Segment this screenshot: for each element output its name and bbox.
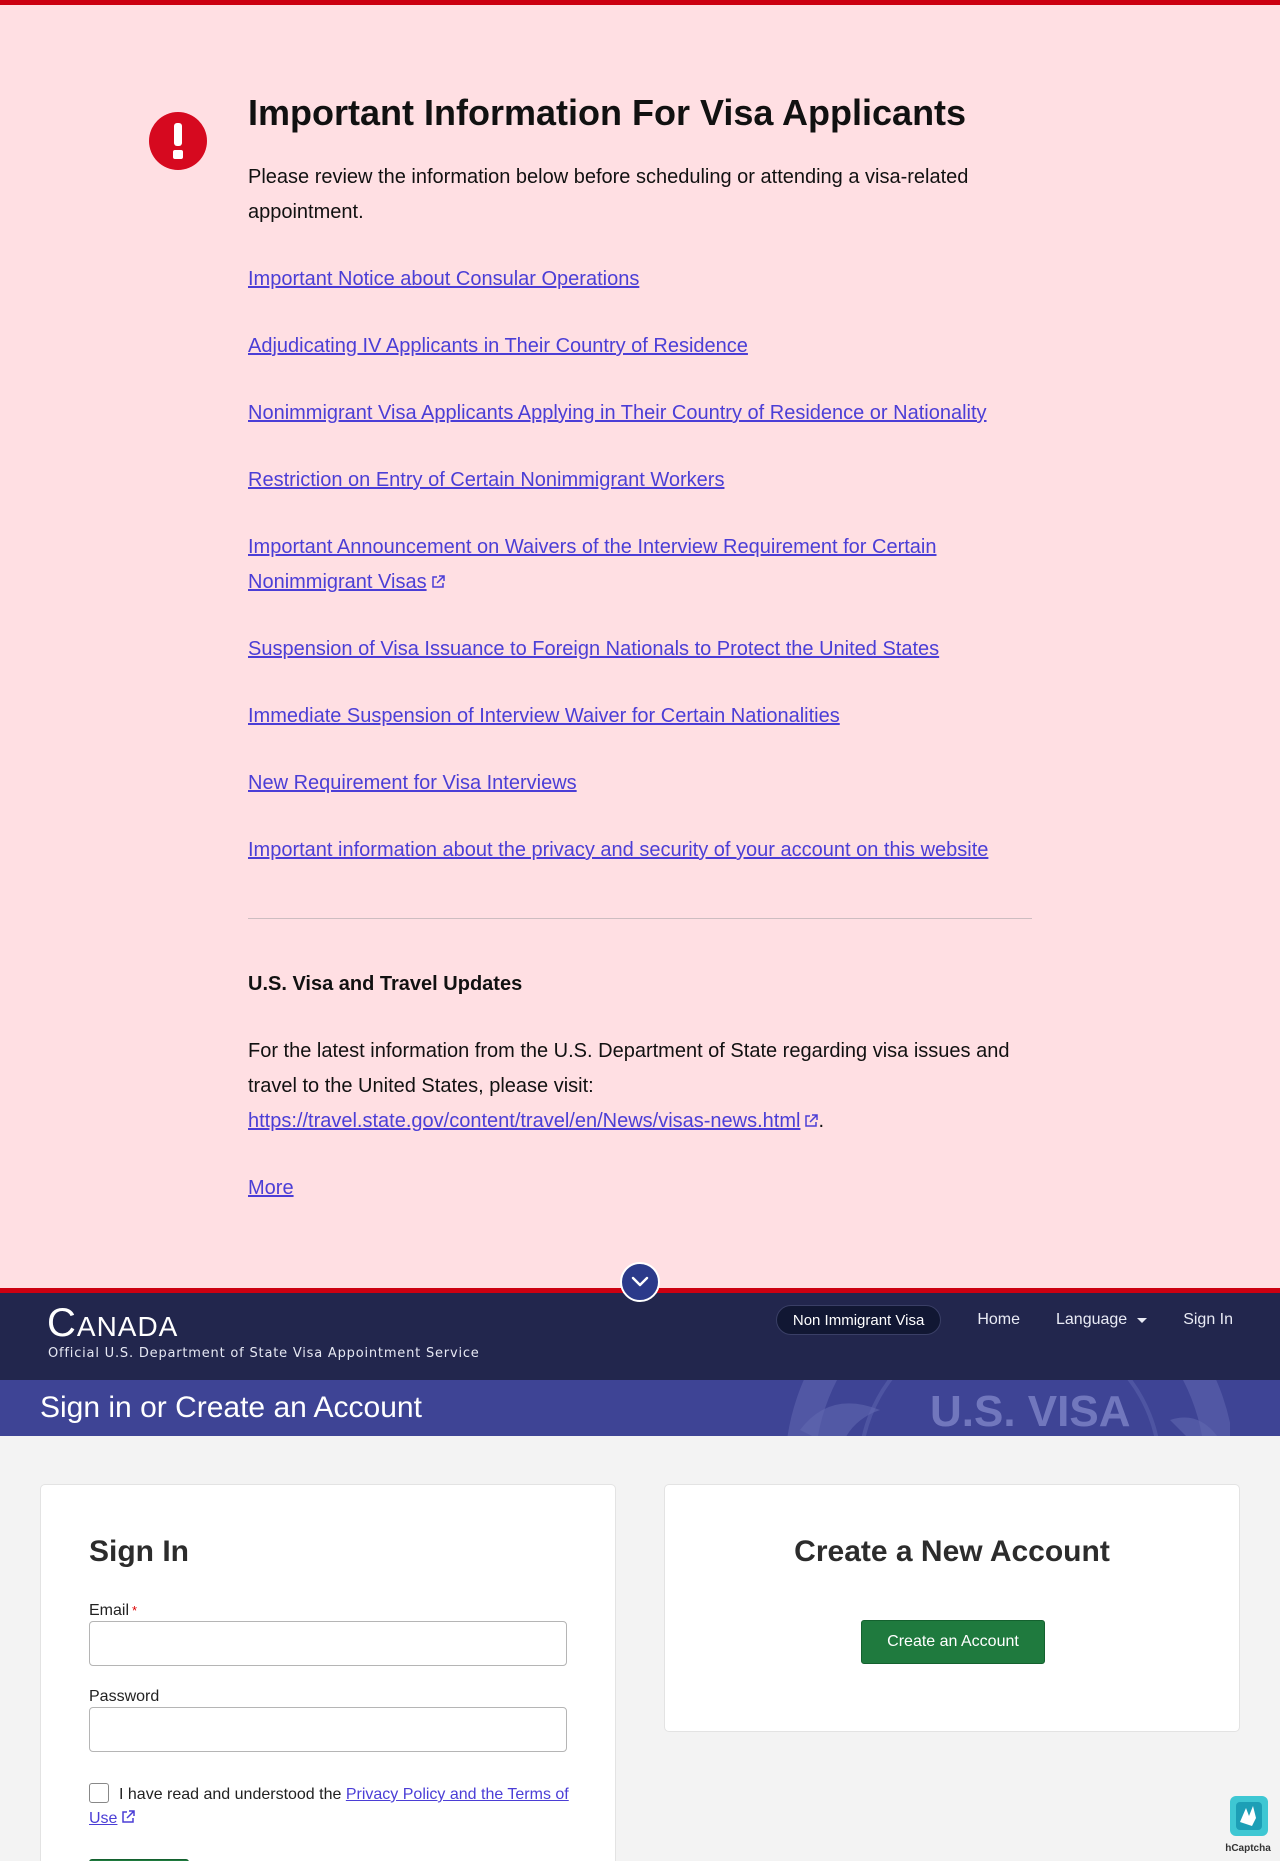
seal-text: U.S. VISA (930, 1387, 1131, 1436)
notice-link-item: Immediate Suspension of Interview Waiver… (248, 699, 1048, 734)
updates-description: For the latest information from the U.S.… (248, 1040, 1010, 1097)
site-subtitle: Official U.S. Department of State Visa A… (48, 1346, 480, 1361)
chevron-down-icon (631, 1276, 649, 1287)
main-nav: Non Immigrant Visa Home Language Sign In (775, 1305, 1233, 1335)
external-link-icon (122, 1810, 136, 1823)
nav-home[interactable]: Home (977, 1305, 1020, 1335)
notice-link-iv-residence[interactable]: Adjudicating IV Applicants in Their Coun… (248, 335, 748, 357)
updates-heading: U.S. Visa and Travel Updates (248, 973, 523, 995)
nav-language-label: Language (1056, 1311, 1128, 1328)
create-account-heading: Create a New Account (794, 1535, 1110, 1568)
notice-link-new-requirement[interactable]: New Requirement for Visa Interviews (248, 772, 577, 794)
hcaptcha-badge[interactable]: hCaptcha (1222, 1792, 1274, 1856)
email-label-text: Email (89, 1602, 130, 1619)
notice-link-privacy-security[interactable]: Important information about the privacy … (248, 839, 988, 861)
updates-text: For the latest information from the U.S.… (248, 1034, 1048, 1139)
notice-link-niv-residence[interactable]: Nonimmigrant Visa Applicants Applying in… (248, 402, 987, 424)
updates-period: . (818, 1110, 825, 1132)
notice-link-suspension-issuance[interactable]: Suspension of Visa Issuance to Foreign N… (248, 638, 939, 660)
notice-link-label: Important Announcement on Waivers of the… (248, 536, 937, 593)
caret-down-icon (1137, 1317, 1148, 1323)
country-rest: ANADA (76, 1311, 179, 1342)
notice-link-item: Important Announcement on Waivers of the… (248, 530, 1048, 600)
nav-sign-in[interactable]: Sign In (1183, 1305, 1233, 1335)
more-link[interactable]: More (248, 1171, 1048, 1206)
notice-link-item: Suspension of Visa Issuance to Foreign N… (248, 632, 1048, 667)
notice-link-item: Important information about the privacy … (248, 833, 1048, 868)
collapse-banner-button[interactable] (620, 1262, 660, 1302)
travel-updates-url: https://travel.state.gov/content/travel/… (248, 1110, 801, 1132)
page-title: Sign in or Create an Account (40, 1391, 422, 1424)
sign-in-card: Sign In Email * Password I have read and … (40, 1484, 616, 1861)
external-link-icon (431, 575, 445, 588)
consent-checkbox[interactable] (89, 1783, 109, 1803)
exclamation-alert-icon (149, 112, 207, 170)
hcaptcha-logo-icon (1230, 1796, 1268, 1836)
hcaptcha-label: hCaptcha (1225, 1843, 1271, 1854)
notice-link-item: Adjudicating IV Applicants in Their Coun… (248, 329, 1048, 364)
section-divider (248, 918, 1032, 919)
password-field[interactable] (89, 1707, 567, 1752)
notice-content: Important Information For Visa Applicant… (248, 87, 1048, 1206)
notice-link-list: Important Notice about Consular Operatio… (248, 262, 1048, 868)
consent-row: I have read and understood the Privacy P… (89, 1783, 569, 1831)
notice-link-restriction-workers[interactable]: Restriction on Entry of Certain Nonimmig… (248, 469, 724, 491)
email-field[interactable] (89, 1621, 567, 1666)
site-header: CANADA Official U.S. Department of State… (0, 1293, 1280, 1380)
important-information-banner: Important Information For Visa Applicant… (0, 0, 1280, 1288)
required-marker: * (132, 1603, 138, 1618)
notice-link-interview-waivers[interactable]: Important Announcement on Waivers of the… (248, 536, 937, 593)
password-label: Password (89, 1688, 160, 1705)
notice-intro: Please review the information below befo… (248, 166, 969, 223)
notice-link-item: Restriction on Entry of Certain Nonimmig… (248, 463, 1048, 498)
notice-link-consular-operations[interactable]: Important Notice about Consular Operatio… (248, 268, 639, 290)
notice-link-item: Important Notice about Consular Operatio… (248, 262, 1048, 297)
sign-in-heading: Sign In (89, 1535, 189, 1568)
page-title-bar: Sign in or Create an Account U.S. VISA (0, 1380, 1280, 1436)
notice-link-item: Nonimmigrant Visa Applicants Applying in… (248, 396, 1048, 431)
visa-seal-watermark: U.S. VISA (787, 1380, 1230, 1436)
notice-link-suspension-waiver[interactable]: Immediate Suspension of Interview Waiver… (248, 705, 840, 727)
nav-language-dropdown[interactable]: Language (1056, 1305, 1148, 1335)
travel-updates-link[interactable]: https://travel.state.gov/content/travel/… (248, 1110, 819, 1132)
consent-text: I have read and understood the (119, 1786, 346, 1803)
email-label: Email * (89, 1601, 137, 1621)
country-initial: C (47, 1301, 77, 1345)
country-name: CANADA (47, 1303, 178, 1347)
external-link-icon (805, 1114, 819, 1127)
visa-type-pill[interactable]: Non Immigrant Visa (775, 1305, 942, 1335)
notice-title: Important Information For Visa Applicant… (248, 92, 967, 133)
create-account-button[interactable]: Create an Account (861, 1620, 1045, 1664)
notice-link-item: New Requirement for Visa Interviews (248, 766, 1048, 801)
create-account-card: Create a New Account Create an Account (664, 1484, 1240, 1732)
